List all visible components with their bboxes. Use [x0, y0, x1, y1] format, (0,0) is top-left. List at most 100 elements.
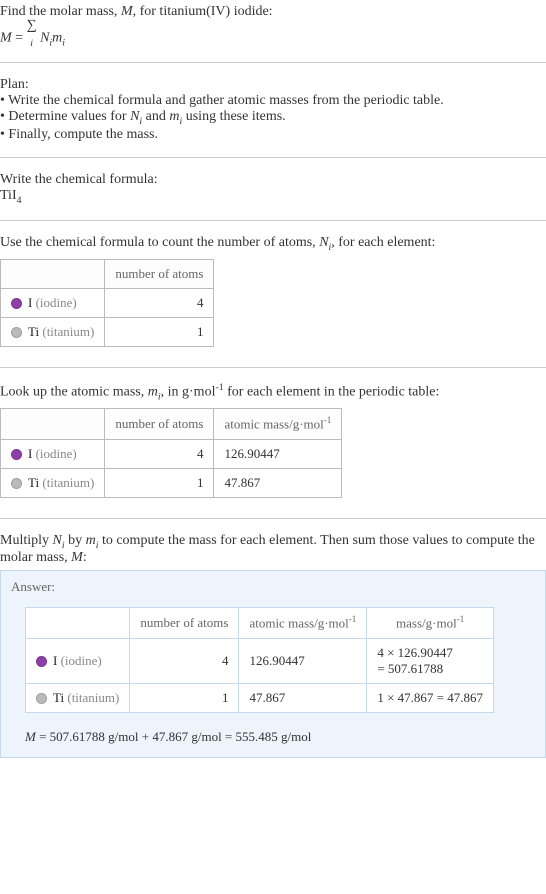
sup-neg1: -1 [215, 382, 223, 393]
header-empty [26, 608, 130, 638]
intro-line: Find the molar mass, M, for titanium(IV)… [0, 4, 546, 20]
var-m: m [52, 31, 62, 46]
text: for each element in the periodic table: [224, 384, 440, 399]
atomic-mass-section: Look up the atomic mass, mi, in g·mol-1 … [0, 378, 546, 508]
text: : [83, 550, 87, 565]
plan-section: Plan: • Write the chemical formula and g… [0, 73, 546, 147]
header-empty [1, 259, 105, 288]
var-m: m [86, 533, 96, 548]
table-header-row: number of atoms atomic mass/g·mol-1 mass… [26, 608, 494, 638]
atoms-value: 1 [105, 468, 214, 497]
mass-expr: 4 × 126.90447= 507.61788 [367, 638, 494, 683]
heading: Multiply Ni by mi to compute the mass fo… [0, 533, 546, 567]
var-M: M [121, 4, 133, 19]
element-symbol: I [28, 295, 32, 310]
header-mass: mass/g·mol-1 [367, 608, 494, 638]
element-cell: Ti (titanium) [26, 683, 130, 712]
sup-neg1: -1 [457, 614, 465, 624]
plan-heading: Plan: [0, 77, 546, 93]
plan-bullet-1: • Write the chemical formula and gather … [0, 93, 546, 109]
element-name: (iodine) [61, 653, 102, 668]
text: using these items. [182, 109, 285, 124]
element-symbol: Ti [53, 690, 64, 705]
text: and [142, 109, 169, 124]
header-atoms: number of atoms [105, 259, 214, 288]
header-atoms: number of atoms [130, 608, 239, 638]
intro-section: Find the molar mass, M, for titanium(IV)… [0, 0, 546, 52]
sum-index: i [30, 37, 33, 48]
element-dot-icon [11, 298, 22, 309]
intro-text2: , for titanium(IV) iodide: [133, 4, 273, 19]
table-row: I (iodine) 4 [1, 288, 214, 317]
element-symbol: Ti [28, 324, 39, 339]
text: by [65, 533, 86, 548]
atoms-value: 4 [105, 288, 214, 317]
divider [0, 367, 546, 368]
var-m: m [169, 109, 179, 124]
text: , for each element: [331, 235, 435, 250]
answer-box: Answer: number of atoms atomic mass/g·mo… [0, 570, 546, 757]
atoms-value: 1 [105, 317, 214, 346]
mass-value: 126.90447 [239, 638, 367, 683]
chemical-formula-section: Write the chemical formula: TiI4 [0, 168, 546, 210]
element-cell: I (iodine) [1, 439, 105, 468]
eq: = [12, 31, 27, 46]
element-dot-icon [36, 656, 47, 667]
text: atomic mass/g·mol [224, 417, 323, 432]
mass-value: 47.867 [214, 468, 342, 497]
header-empty [1, 409, 105, 439]
text: Use the chemical formula to count the nu… [0, 235, 319, 250]
var-M: M [0, 31, 12, 46]
table-row: Ti (titanium) 1 47.867 [1, 468, 342, 497]
element-dot-icon [11, 478, 22, 489]
table-row: Ti (titanium) 1 47.867 1 × 47.867 = 47.8… [26, 683, 494, 712]
element-name: (titanium) [42, 475, 94, 490]
var-N: N [53, 533, 62, 548]
formula-sub: 4 [17, 195, 22, 206]
multiply-section: Multiply Ni by mi to compute the mass fo… [0, 529, 546, 762]
text: Multiply [0, 533, 53, 548]
text: atomic mass/g·mol [249, 616, 348, 631]
formula-base: TiI [0, 188, 17, 203]
plan-bullet-2: • Determine values for Ni and mi using t… [0, 109, 546, 127]
header-atomic-mass: atomic mass/g·mol-1 [239, 608, 367, 638]
element-cell: Ti (titanium) [1, 468, 105, 497]
element-symbol: I [28, 446, 32, 461]
element-cell: I (iodine) [26, 638, 130, 683]
element-dot-icon [36, 693, 47, 704]
plan-bullet-3: • Finally, compute the mass. [0, 127, 546, 143]
atomic-mass-table: number of atoms atomic mass/g·mol-1 I (i… [0, 408, 342, 497]
table-header-row: number of atoms [1, 259, 214, 288]
heading: Write the chemical formula: [0, 172, 546, 188]
element-symbol: I [53, 653, 57, 668]
answer-label: Answer: [11, 579, 535, 595]
var-N: N [37, 31, 50, 46]
final-text: = 507.61788 g/mol + 47.867 g/mol = 555.4… [36, 729, 312, 744]
element-cell: I (iodine) [1, 288, 105, 317]
var-N: N [319, 235, 328, 250]
var-M: M [25, 729, 36, 744]
sigma: ∑ [27, 18, 37, 33]
divider [0, 220, 546, 221]
element-symbol: Ti [28, 475, 39, 490]
element-name: (iodine) [36, 295, 77, 310]
atoms-value: 4 [130, 638, 239, 683]
chemical-formula: TiI4 [0, 188, 546, 206]
molar-mass-formula: M = ∑i Nimi [0, 20, 546, 48]
divider [0, 62, 546, 63]
expr-b: = 507.61788 [377, 661, 443, 676]
element-name: (titanium) [67, 690, 119, 705]
sup-neg1: -1 [349, 614, 357, 624]
heading: Use the chemical formula to count the nu… [0, 235, 546, 253]
header-atomic-mass: atomic mass/g·mol-1 [214, 409, 342, 439]
sub-i: i [62, 37, 65, 48]
mass-value: 47.867 [239, 683, 367, 712]
var-M: M [71, 550, 83, 565]
element-dot-icon [11, 449, 22, 460]
var-m: m [148, 384, 158, 399]
sup-neg1: -1 [324, 415, 332, 425]
text: mass/g·mol [396, 616, 457, 631]
heading: Look up the atomic mass, mi, in g·mol-1 … [0, 382, 546, 402]
element-name: (iodine) [36, 446, 77, 461]
table-row: I (iodine) 4 126.90447 4 × 126.90447= 50… [26, 638, 494, 683]
